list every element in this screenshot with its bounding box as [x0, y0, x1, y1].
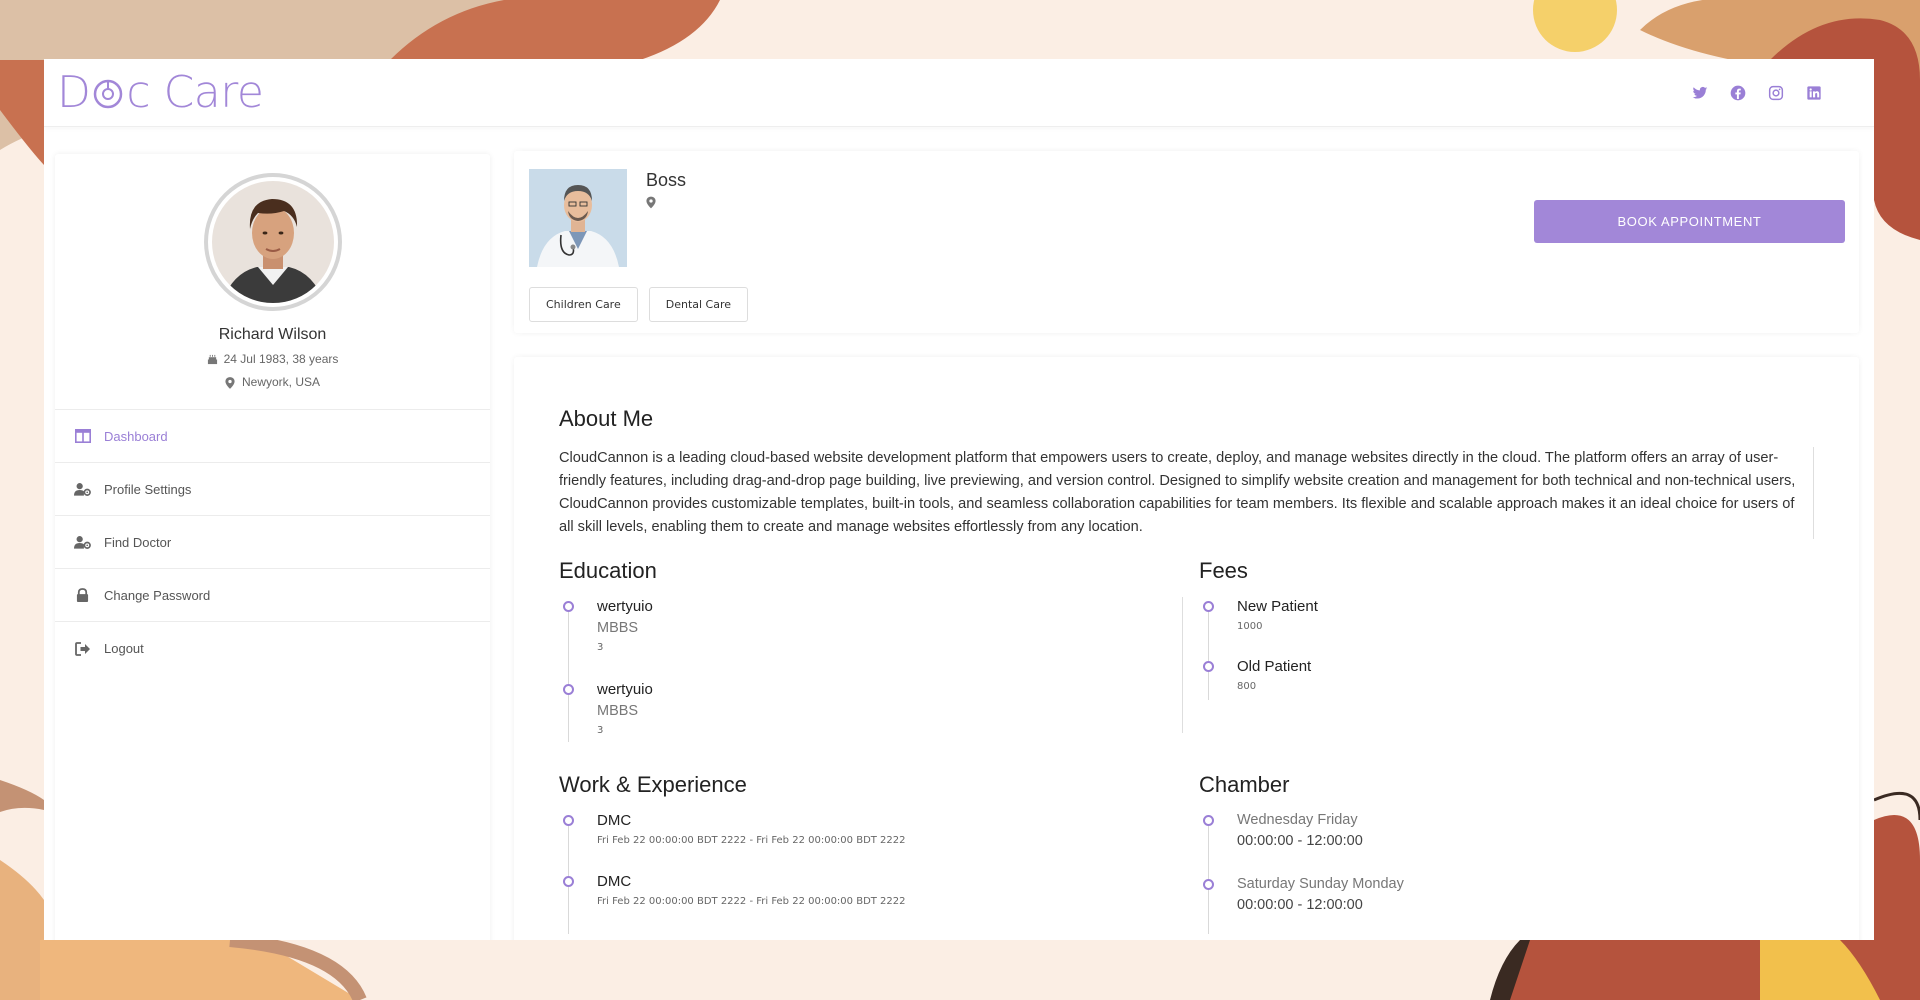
- chamber-days: Saturday Sunday Monday: [1237, 876, 1404, 892]
- lock-icon: [74, 588, 91, 603]
- work-period: Fri Feb 22 00:00:00 BDT 2222 - Fri Feb 2…: [597, 835, 906, 846]
- work-place: DMC: [597, 873, 632, 890]
- sidebar-item-label: Logout: [104, 641, 144, 656]
- timeline-dot: [563, 684, 574, 695]
- patient-dob: 24 Jul 1983, 38 years: [55, 352, 490, 366]
- chamber-time: 00:00:00 - 12:00:00: [1237, 897, 1363, 913]
- patient-profile-card: Richard Wilson 24 Jul 1983, 38 years New…: [55, 154, 490, 410]
- patient-sidebar: Richard Wilson 24 Jul 1983, 38 years New…: [55, 154, 490, 940]
- work-place: DMC: [597, 812, 632, 829]
- logout-icon: [74, 641, 91, 656]
- top-navbar: D c Care: [44, 59, 1874, 127]
- timeline-dot: [1203, 815, 1214, 826]
- timeline-dot: [1203, 879, 1214, 890]
- chamber-time: 00:00:00 - 12:00:00: [1237, 833, 1363, 849]
- fee-label: Old Patient: [1237, 658, 1312, 675]
- user-cog-icon: [74, 535, 91, 550]
- education-degree: MBBS: [597, 703, 639, 719]
- sidebar-item-label: Profile Settings: [104, 481, 192, 497]
- sidebar-item-label: Change Password: [104, 587, 211, 603]
- logo-text-suffix: c Care: [126, 67, 264, 118]
- chamber-title: Chamber: [1199, 772, 1290, 797]
- education-institute: wertyuio: [597, 681, 653, 698]
- chamber-timeline: Wednesday Friday 00:00:00 - 12:00:00 Sat…: [1199, 812, 1699, 940]
- timeline-dot: [1203, 601, 1214, 612]
- doctor-summary-card: Boss BOOK APPOINTMENT Children Care Dent…: [514, 151, 1859, 333]
- timeline-dot: [563, 601, 574, 612]
- work-title: Work & Experience: [559, 772, 747, 797]
- linkedin-icon[interactable]: [1806, 85, 1822, 101]
- timeline-line: [568, 610, 569, 742]
- book-appointment-button[interactable]: BOOK APPOINTMENT: [1534, 200, 1845, 243]
- avatar-frame: [203, 173, 342, 311]
- map-marker-icon: [225, 376, 236, 389]
- patient-name: Richard Wilson: [218, 326, 327, 343]
- avatar[interactable]: [211, 181, 334, 303]
- twitter-icon[interactable]: [1692, 85, 1708, 101]
- fees-title: Fees: [1199, 558, 1248, 583]
- sidebar-item-dashboard[interactable]: Dashboard: [55, 410, 490, 463]
- fee-amount: 800: [1237, 681, 1257, 692]
- timeline-dot: [563, 815, 574, 826]
- education-degree: MBBS: [597, 620, 639, 636]
- app-window: D c Care Richard Wilson 24 Jul 1983, 38 …: [44, 59, 1874, 940]
- doctor-photo[interactable]: [529, 169, 627, 267]
- social-links: [1692, 85, 1822, 101]
- education-timeline: wertyuio MBBS 3 wertyuio MBBS 3: [559, 598, 1159, 748]
- user-cog-icon: [74, 482, 91, 497]
- work-period: Fri Feb 22 00:00:00 BDT 2222 - Fri Feb 2…: [597, 896, 906, 907]
- doctor-details-card: About Me CloudCannon is a leading cloud-…: [514, 357, 1859, 940]
- doctor-name: Boss: [646, 170, 687, 190]
- fee-label: New Patient: [1237, 598, 1318, 615]
- patient-location: Newyork, USA: [55, 375, 490, 389]
- timeline-line: [1208, 610, 1209, 700]
- education-years: 3: [597, 725, 604, 736]
- specialty-tags: Children Care Dental Care: [529, 287, 749, 322]
- sidebar-item-profile-settings[interactable]: Profile Settings: [55, 463, 490, 516]
- work-timeline: DMC Fri Feb 22 00:00:00 BDT 2222 - Fri F…: [559, 812, 1159, 940]
- doc-care-logo[interactable]: D c Care: [57, 67, 264, 118]
- specialty-tag[interactable]: Children Care: [529, 287, 638, 322]
- patient-dob-text: 24 Jul 1983, 38 years: [223, 352, 339, 366]
- about-title: About Me: [559, 406, 654, 431]
- logo-text-prefix: D: [57, 67, 91, 118]
- map-marker-icon: [646, 196, 656, 209]
- instagram-icon[interactable]: [1768, 85, 1784, 101]
- stethoscope-logo-icon: [94, 79, 123, 108]
- sidebar-item-logout[interactable]: Logout: [55, 622, 490, 675]
- facebook-icon[interactable]: [1730, 85, 1746, 101]
- columns-icon: [74, 429, 91, 444]
- sidebar-item-find-doctor[interactable]: Find Doctor: [55, 516, 490, 569]
- fee-amount: 1000: [1237, 621, 1263, 632]
- education-years: 3: [597, 642, 604, 653]
- sidebar-item-label: Find Doctor: [104, 534, 172, 550]
- about-text: CloudCannon is a leading cloud-based web…: [559, 447, 1814, 539]
- sidebar-item-change-password[interactable]: Change Password: [55, 569, 490, 622]
- birthday-cake-icon: [207, 354, 218, 365]
- column-divider: [1182, 597, 1183, 733]
- timeline-dot: [563, 876, 574, 887]
- specialty-tag[interactable]: Dental Care: [648, 287, 749, 322]
- timeline-dot: [1203, 661, 1214, 672]
- education-institute: wertyuio: [597, 598, 653, 615]
- chamber-days: Wednesday Friday: [1237, 812, 1358, 828]
- patient-location-text: Newyork, USA: [241, 375, 321, 389]
- education-title: Education: [559, 558, 657, 583]
- fees-timeline: New Patient 1000 Old Patient 800: [1199, 598, 1699, 708]
- sidebar-item-label: Dashboard: [104, 428, 168, 444]
